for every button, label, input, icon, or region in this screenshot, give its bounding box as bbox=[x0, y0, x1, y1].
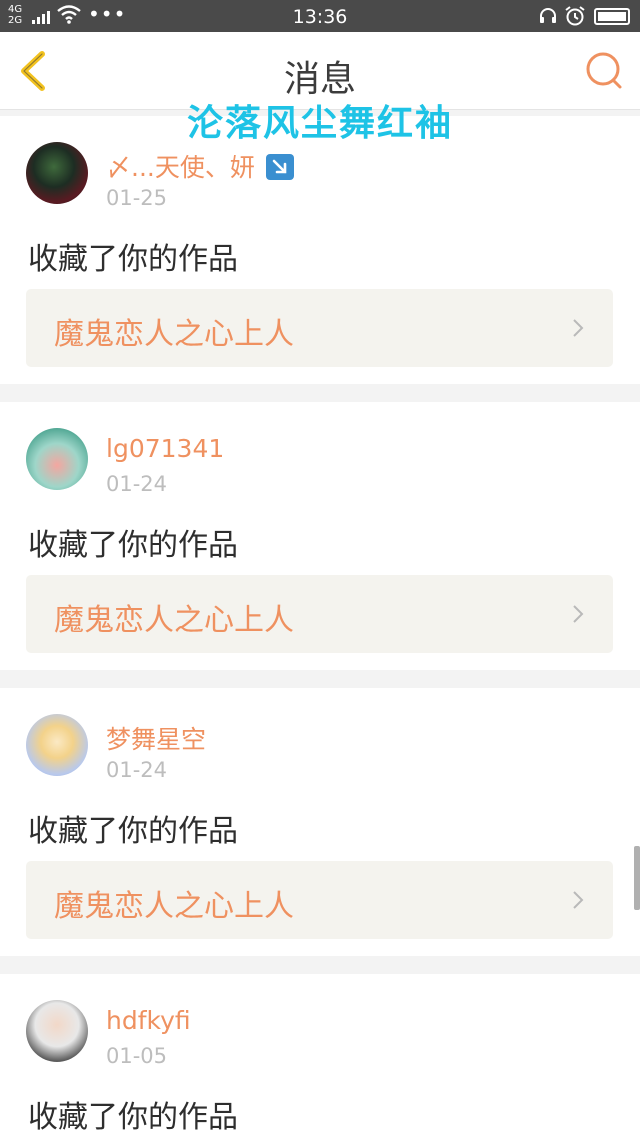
work-link[interactable]: 魔鬼恋人之心上人 bbox=[26, 575, 613, 653]
status-bar: 4G 2G ••• 13:36 bbox=[0, 0, 640, 32]
sender-name[interactable]: 梦舞星空 bbox=[106, 720, 206, 756]
chevron-right-icon bbox=[573, 605, 584, 623]
chevron-right-icon bbox=[573, 319, 584, 337]
message-card: lg071341 01-24 收藏了你的作品 魔鬼恋人之心上人 bbox=[0, 402, 640, 670]
watermark-text: 沦落风尘舞红袖 bbox=[186, 103, 453, 144]
avatar[interactable] bbox=[26, 142, 88, 204]
work-link[interactable]: 魔鬼恋人之心上人 bbox=[26, 861, 613, 939]
message-action: 收藏了你的作品 bbox=[28, 528, 238, 563]
work-title: 魔鬼恋人之心上人 bbox=[54, 317, 294, 352]
search-icon[interactable] bbox=[584, 50, 626, 92]
battery-icon bbox=[594, 8, 630, 25]
chevron-right-icon bbox=[573, 891, 584, 909]
headset-icon bbox=[540, 8, 556, 23]
sender-name[interactable]: 〆...天使、妍 bbox=[106, 148, 295, 184]
message-action: 收藏了你的作品 bbox=[28, 1100, 238, 1135]
arrow-down-right-icon bbox=[265, 154, 294, 180]
scrollbar-thumb[interactable] bbox=[634, 846, 640, 910]
sender-name[interactable]: lg071341 bbox=[106, 434, 224, 463]
message-action: 收藏了你的作品 bbox=[28, 242, 238, 277]
message-date: 01-05 bbox=[106, 1044, 168, 1068]
message-card: hdfkyfi 01-05 收藏了你的作品 bbox=[0, 974, 640, 1138]
message-date: 01-24 bbox=[106, 758, 168, 782]
message-card: 梦舞星空 01-24 收藏了你的作品 魔鬼恋人之心上人 bbox=[0, 688, 640, 956]
avatar[interactable] bbox=[26, 714, 88, 776]
message-card: 〆...天使、妍 01-25 收藏了你的作品 魔鬼恋人之心上人 bbox=[0, 116, 640, 384]
work-title: 魔鬼恋人之心上人 bbox=[54, 603, 294, 638]
work-link[interactable]: 魔鬼恋人之心上人 bbox=[26, 289, 613, 367]
message-date: 01-24 bbox=[106, 472, 168, 496]
sender-name-text: 〆...天使、妍 bbox=[106, 153, 255, 182]
avatar[interactable] bbox=[26, 428, 88, 490]
alarm-icon bbox=[565, 6, 585, 26]
work-title: 魔鬼恋人之心上人 bbox=[54, 889, 294, 924]
message-action: 收藏了你的作品 bbox=[28, 814, 238, 849]
sender-name[interactable]: hdfkyfi bbox=[106, 1006, 191, 1035]
avatar[interactable] bbox=[26, 1000, 88, 1062]
message-date: 01-25 bbox=[106, 186, 168, 210]
